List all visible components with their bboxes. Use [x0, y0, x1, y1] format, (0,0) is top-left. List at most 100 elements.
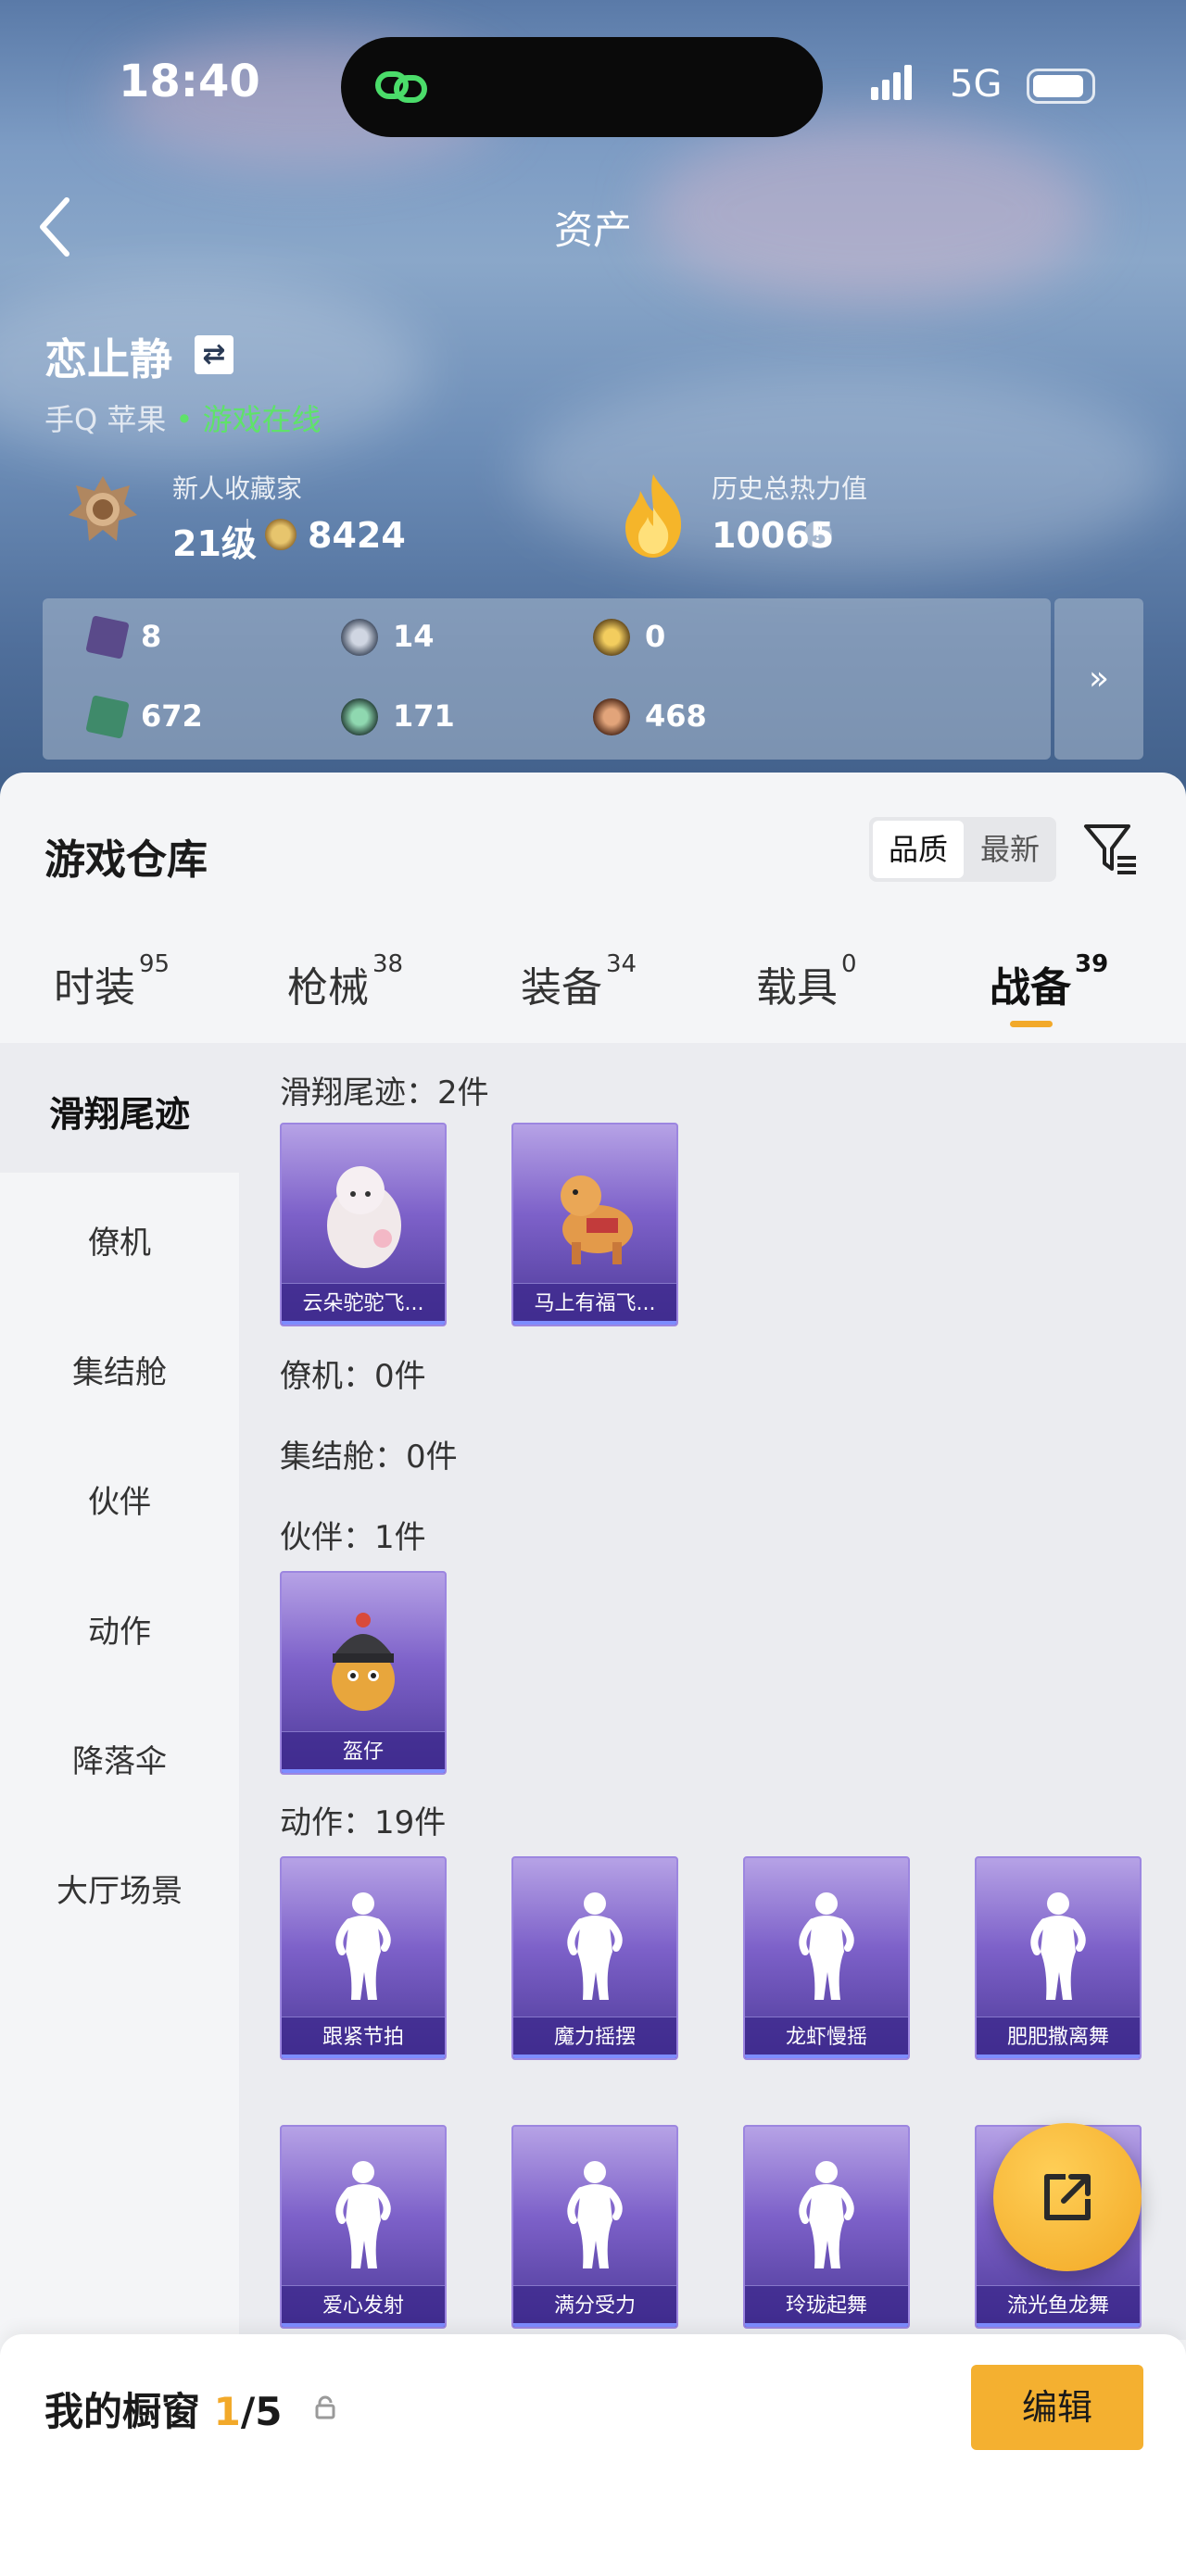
dancer-silhouette-icon	[799, 2161, 854, 2268]
showcase-title: 我的橱窗 1/5	[44, 2389, 283, 2434]
dancer-silhouette-icon	[1030, 1892, 1086, 2000]
status-time: 18:40	[119, 56, 260, 107]
rarity-bar	[282, 2055, 445, 2058]
item-name: 爱心发射	[282, 2285, 445, 2327]
jade-coin-icon	[341, 698, 378, 735]
gold-coin-icon	[593, 619, 630, 656]
tab-equipment[interactable]: 装备 34	[521, 950, 637, 1013]
active-tab-indicator	[1010, 1021, 1053, 1027]
sidebar-item-emote[interactable]: 动作	[0, 1606, 239, 1652]
rarity-bar	[745, 2055, 908, 2058]
dancer-silhouette-icon	[567, 2161, 623, 2268]
tab-battle-gear[interactable]: 战备 39	[990, 950, 1108, 1013]
item-card[interactable]: 跟紧节拍	[280, 1856, 447, 2060]
help-icon[interactable]: ?	[804, 521, 832, 548]
page-title: 资产	[553, 207, 632, 253]
item-name: 云朵驼驼飞...	[282, 1283, 445, 1325]
rarity-bar	[282, 1769, 445, 1773]
dancer-silhouette-icon	[567, 1892, 623, 2000]
silver-coin-icon	[341, 619, 378, 656]
section-header-glide-trail: 滑翔尾迹：2件	[280, 1074, 489, 1112]
collector-title: 新人收藏家	[172, 473, 303, 504]
item-name: 盔仔	[282, 1731, 445, 1773]
lock-icon	[315, 2395, 335, 2419]
share-button[interactable]	[993, 2123, 1142, 2271]
divider	[246, 519, 248, 554]
sidebar-item-glide-trail[interactable]: 滑翔尾迹	[0, 1086, 239, 1137]
section-header-assembly-pod: 集结舱：0件	[280, 1439, 458, 1476]
sort-newest-button[interactable]: 最新	[965, 821, 1054, 878]
heat-label: 历史总热力值	[712, 473, 868, 504]
item-card[interactable]: 爱心发射	[280, 2125, 447, 2329]
switch-account-icon[interactable]: ⇄	[195, 335, 233, 374]
helmet-chick-icon	[332, 1613, 395, 1711]
green-card-icon	[85, 695, 130, 739]
section-header-partner: 伙伴：1件	[280, 1519, 426, 1556]
dancer-silhouette-icon	[799, 1892, 854, 2000]
share-icon	[1044, 2174, 1091, 2220]
platform-status: 手Q 苹果 • 游戏在线	[44, 396, 322, 439]
signal-icon	[871, 65, 915, 100]
resources-more-button[interactable]: »	[1054, 598, 1143, 760]
sidebar-item-parachute[interactable]: 降落伞	[0, 1736, 239, 1781]
item-name: 马上有福飞...	[513, 1283, 676, 1325]
item-card[interactable]: 云朵驼驼飞...	[280, 1123, 447, 1326]
sidebar-item-assembly-pod[interactable]: 集结舱	[0, 1347, 239, 1392]
item-card[interactable]: 盔仔	[280, 1571, 447, 1775]
resource-panel	[43, 598, 1051, 760]
alpaca-item-icon	[327, 1166, 401, 1268]
item-card[interactable]: 满分受力	[511, 2125, 678, 2329]
section-header-emote: 动作：19件	[280, 1804, 447, 1841]
item-card[interactable]: 龙虾慢摇	[743, 1856, 910, 2060]
tab-guns[interactable]: 枪械 38	[287, 950, 403, 1013]
battery-icon	[1027, 69, 1095, 104]
warehouse-title: 游戏仓库	[44, 836, 208, 884]
collector-coin-icon	[265, 519, 296, 550]
rarity-bar	[282, 2323, 445, 2327]
pony-item-icon	[561, 1175, 633, 1264]
item-name: 肥肥撒离舞	[977, 2017, 1140, 2058]
collector-coins: 8424	[308, 515, 406, 556]
dancer-silhouette-icon	[335, 2161, 391, 2268]
edit-showcase-button[interactable]: 编辑	[971, 2365, 1143, 2450]
filter-icon[interactable]	[1080, 819, 1140, 878]
collector-medal-icon	[69, 476, 137, 541]
item-card[interactable]: 肥肥撒离舞	[975, 1856, 1142, 2060]
online-status: • 游戏在线	[175, 402, 322, 437]
item-card[interactable]: 马上有福飞...	[511, 1123, 678, 1326]
item-name: 跟紧节拍	[282, 2017, 445, 2058]
showcase-current: 1	[213, 2389, 241, 2434]
dancer-silhouette-icon	[335, 1892, 391, 2000]
sidebar-item-wingman[interactable]: 僚机	[0, 1217, 239, 1263]
rarity-bar	[977, 2323, 1140, 2327]
username: 恋止静	[44, 334, 172, 384]
heat-flame-icon	[625, 474, 682, 558]
tab-vehicles[interactable]: 载具 0	[756, 950, 857, 1013]
item-name: 流光鱼龙舞	[977, 2285, 1140, 2327]
item-name: 龙虾慢摇	[745, 2017, 908, 2058]
item-card[interactable]: 魔力摇摆	[511, 1856, 678, 2060]
rarity-bar	[282, 1321, 445, 1325]
item-card[interactable]: 玲珑起舞	[743, 2125, 910, 2329]
rarity-bar	[977, 2055, 1140, 2058]
item-name: 玲珑起舞	[745, 2285, 908, 2327]
link-app-icon	[375, 71, 427, 103]
sidebar-item-lobby-scene[interactable]: 大厅场景	[0, 1866, 239, 1911]
section-header-wingman: 僚机：0件	[280, 1358, 426, 1395]
platform-label: 手Q 苹果	[44, 402, 167, 437]
bronze-coin-icon	[593, 698, 630, 735]
network-label: 5G	[950, 63, 1003, 106]
collector-level: 21级	[172, 523, 257, 564]
item-name: 魔力摇摆	[513, 2017, 676, 2058]
item-name: 满分受力	[513, 2285, 676, 2327]
sidebar-item-partner[interactable]: 伙伴	[0, 1476, 239, 1522]
rarity-bar	[513, 2055, 676, 2058]
tab-fashion[interactable]: 时装 95	[54, 950, 170, 1013]
sort-quality-button[interactable]: 品质	[873, 821, 964, 878]
dynamic-island	[341, 37, 823, 137]
rarity-bar	[745, 2323, 908, 2327]
rarity-bar	[513, 2323, 676, 2327]
showcase-total: /5	[240, 2389, 283, 2434]
purple-card-icon	[85, 615, 130, 660]
rarity-bar	[513, 1321, 676, 1325]
